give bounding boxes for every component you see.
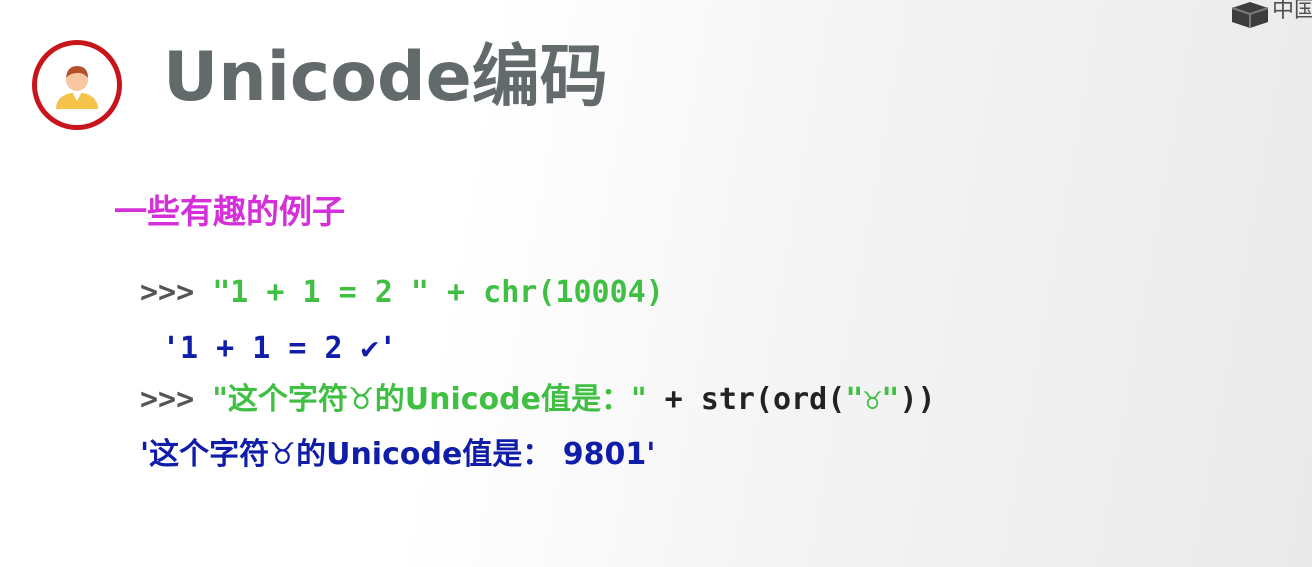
corner-logo: 中国: [1228, 0, 1312, 28]
code-operator: + str(ord(: [646, 382, 846, 417]
code-output-2: '这个字符♉的Unicode值是： 9801': [140, 437, 656, 472]
code-line-2: >>> "这个字符♉的Unicode值是：" + str(ord("♉")): [140, 385, 936, 415]
code-argument: "♉": [845, 382, 900, 417]
code-line-1: >>> "1 + 1 = 2 " + chr(10004): [140, 278, 664, 308]
code-output-1: '1 + 1 = 2 ✔': [162, 331, 397, 366]
code-close: )): [899, 382, 936, 417]
prompt: >>>: [140, 275, 213, 310]
prompt: >>>: [140, 382, 213, 417]
corner-logo-text: 中国: [1272, 0, 1312, 23]
code-string: "这个字符♉的Unicode值是：": [212, 382, 647, 417]
logo-mark-icon: [1231, 2, 1269, 28]
person-avatar-icon: [56, 66, 98, 109]
page-title: Unicode编码: [163, 38, 608, 117]
code-input: "1 + 1 = 2 " + chr(10004): [212, 275, 664, 310]
section-subtitle: 一些有趣的例子: [114, 192, 345, 231]
avatar: [32, 40, 122, 130]
